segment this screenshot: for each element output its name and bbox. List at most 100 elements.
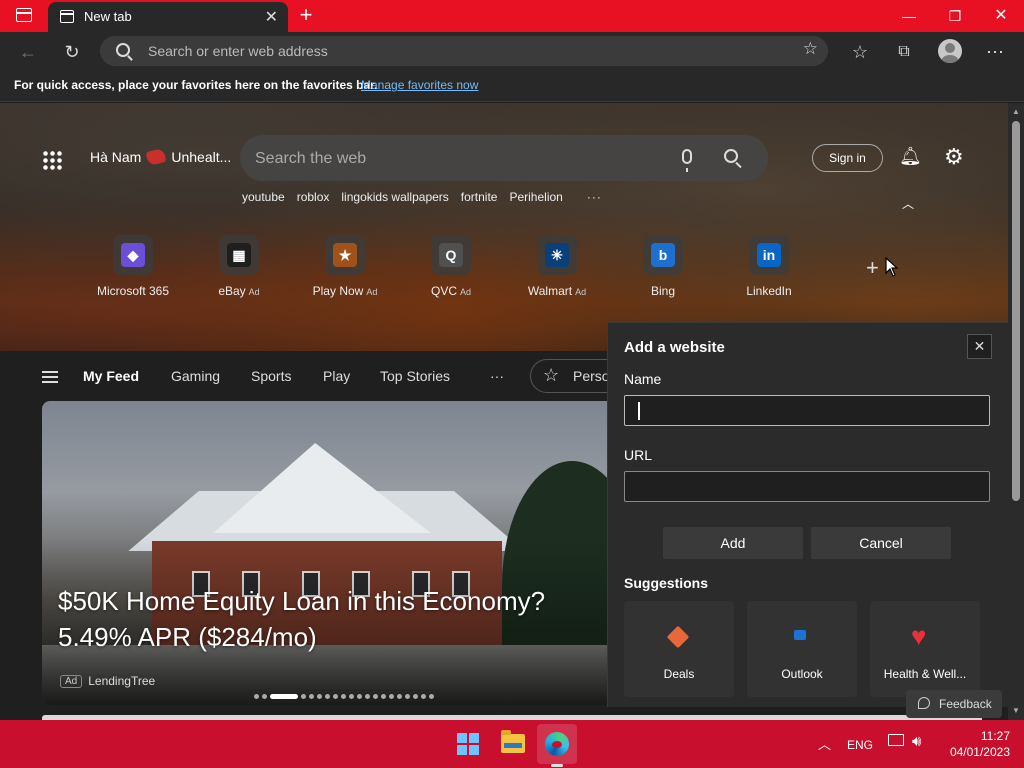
carousel-dot[interactable] <box>254 694 259 699</box>
feed-hero-card[interactable]: $50K Home Equity Loan in this Economy? 5… <box>42 401 622 705</box>
feed-more-icon[interactable]: ··· <box>490 368 504 384</box>
sign-in-button[interactable]: Sign in <box>812 144 883 172</box>
manage-favorites-link[interactable]: Manage favorites now <box>361 78 478 92</box>
feed-tab-top-stories[interactable]: Top Stories <box>380 368 450 384</box>
suggestion-deals[interactable]: Deals <box>624 601 734 697</box>
close-dialog-icon[interactable]: ✕ <box>967 334 992 359</box>
trending-item[interactable]: roblox <box>297 190 330 204</box>
trending-item[interactable]: fortnite <box>461 190 498 204</box>
carousel-dots[interactable] <box>254 694 434 699</box>
feed-tab-gaming[interactable]: Gaming <box>171 368 220 384</box>
feed-tab-play[interactable]: Play <box>323 368 350 384</box>
page-scrollbar[interactable]: ▲ ▼ <box>1008 103 1024 720</box>
edge-taskbar-button[interactable] <box>537 724 577 764</box>
quick-link-label-wrap: LinkedIn <box>716 284 822 298</box>
quick-link[interactable]: Q QVC Ad <box>398 235 504 305</box>
address-placeholder: Search or enter web address <box>148 43 328 59</box>
trending-more-icon[interactable]: ··· <box>587 190 602 204</box>
collapse-chevron-up-icon[interactable]: ︿ <box>902 195 914 212</box>
carousel-dot[interactable] <box>365 694 370 699</box>
add-favorite-icon[interactable]: ☆ <box>803 39 818 59</box>
carousel-dot[interactable] <box>389 694 394 699</box>
feedback-label: Feedback <box>939 697 992 711</box>
favorites-icon[interactable]: ☆ <box>846 38 874 66</box>
scroll-down-arrow-icon[interactable]: ▼ <box>1012 706 1020 715</box>
carousel-dot[interactable] <box>421 694 426 699</box>
feedback-button[interactable]: Feedback <box>906 690 1002 718</box>
scrollbar-thumb[interactable] <box>1012 121 1020 501</box>
tab-actions-icon[interactable] <box>16 8 32 22</box>
carousel-dot[interactable] <box>413 694 418 699</box>
carousel-dot[interactable] <box>373 694 378 699</box>
app-launcher-icon[interactable] <box>42 150 62 170</box>
profile-avatar[interactable] <box>938 39 962 63</box>
quick-link[interactable]: ✳ Walmart Ad <box>504 235 610 305</box>
carousel-dot[interactable] <box>301 694 306 699</box>
carousel-dot[interactable] <box>270 694 298 699</box>
quick-link-tile: ✳ <box>537 235 577 275</box>
quick-link[interactable]: ▦ eBay Ad <box>186 235 292 305</box>
windows-start-icon[interactable] <box>457 733 479 755</box>
file-explorer-icon[interactable] <box>501 730 525 753</box>
trending-item[interactable]: youtube <box>242 190 285 204</box>
feed-tab-my-feed[interactable]: My Feed <box>83 368 139 384</box>
address-bar[interactable]: Search or enter web address ☆ <box>100 36 828 66</box>
carousel-dot[interactable] <box>325 694 330 699</box>
carousel-dot[interactable] <box>333 694 338 699</box>
ad-badge: Ad <box>60 674 83 688</box>
scroll-up-arrow-icon[interactable]: ▲ <box>1012 107 1020 116</box>
carousel-dot[interactable] <box>317 694 322 699</box>
quick-link-label-wrap: Walmart Ad <box>504 284 610 298</box>
network-icon[interactable] <box>888 734 904 746</box>
trending-item[interactable]: Perihelion <box>509 190 562 204</box>
microphone-icon[interactable] <box>682 149 692 172</box>
volume-icon[interactable]: 🔊︎ <box>912 733 921 750</box>
close-window-button[interactable]: ✕ <box>978 0 1024 32</box>
weather-widget[interactable]: Hà Nam Unhealt... <box>90 147 231 167</box>
restore-button[interactable]: ❐ <box>932 0 978 32</box>
close-tab-icon[interactable]: ✕ <box>265 7 278 27</box>
suggestion-outlook[interactable]: Outlook <box>747 601 857 697</box>
search-submit-icon[interactable] <box>724 149 738 163</box>
url-field[interactable] <box>624 471 990 502</box>
carousel-dot[interactable] <box>349 694 354 699</box>
edge-icon <box>545 732 569 756</box>
carousel-dot[interactable] <box>309 694 314 699</box>
refresh-icon[interactable]: ↻ <box>58 38 86 66</box>
back-icon[interactable]: ← <box>14 38 42 66</box>
carousel-dot[interactable] <box>405 694 410 699</box>
add-button[interactable]: Add <box>663 527 803 559</box>
suggestion-health[interactable]: ♥ Health & Well... <box>870 601 980 697</box>
quick-link-label: Bing <box>650 284 676 298</box>
show-hidden-icons-chevron-icon[interactable]: ︿ <box>818 734 831 753</box>
feed-tab-sports[interactable]: Sports <box>251 368 291 384</box>
card-headline[interactable]: $50K Home Equity Loan in this Economy? 5… <box>58 583 618 655</box>
quick-link-label-wrap: Play Now Ad <box>292 284 398 298</box>
carousel-dot[interactable] <box>262 694 267 699</box>
add-quick-link-plus-icon[interactable]: + <box>866 255 879 281</box>
cancel-button[interactable]: Cancel <box>811 527 951 559</box>
carousel-dot[interactable] <box>357 694 362 699</box>
carousel-dot[interactable] <box>381 694 386 699</box>
system-clock[interactable]: 11:27 04/01/2023 <box>940 728 1010 760</box>
carousel-dot[interactable] <box>397 694 402 699</box>
quick-link[interactable]: ★ Play Now Ad <box>292 235 398 305</box>
minimize-button[interactable]: — <box>886 0 932 32</box>
notifications-bell-icon[interactable]: 🔔︎ <box>899 146 922 167</box>
carousel-dot[interactable] <box>429 694 434 699</box>
quick-link[interactable]: b Bing <box>610 235 716 305</box>
quick-link[interactable]: in LinkedIn <box>716 235 822 305</box>
collections-icon[interactable]: ⧉ <box>890 38 918 66</box>
settings-more-icon[interactable]: ⋯ <box>981 38 1009 66</box>
web-search-box[interactable]: Search the web <box>240 135 768 181</box>
page-settings-gear-icon[interactable]: ⚙ <box>944 144 964 170</box>
quick-link[interactable]: ◆ Microsoft 365 <box>80 235 186 305</box>
carousel-dot[interactable] <box>341 694 346 699</box>
trending-item[interactable]: lingokids wallpapers <box>341 190 448 204</box>
active-app-indicator <box>551 764 563 767</box>
feed-menu-icon[interactable] <box>42 371 58 383</box>
tab-new-tab[interactable]: New tab ✕ <box>48 2 288 32</box>
name-field[interactable] <box>624 395 990 426</box>
new-tab-button[interactable]: + <box>292 2 320 28</box>
input-language[interactable]: ENG <box>847 738 873 752</box>
